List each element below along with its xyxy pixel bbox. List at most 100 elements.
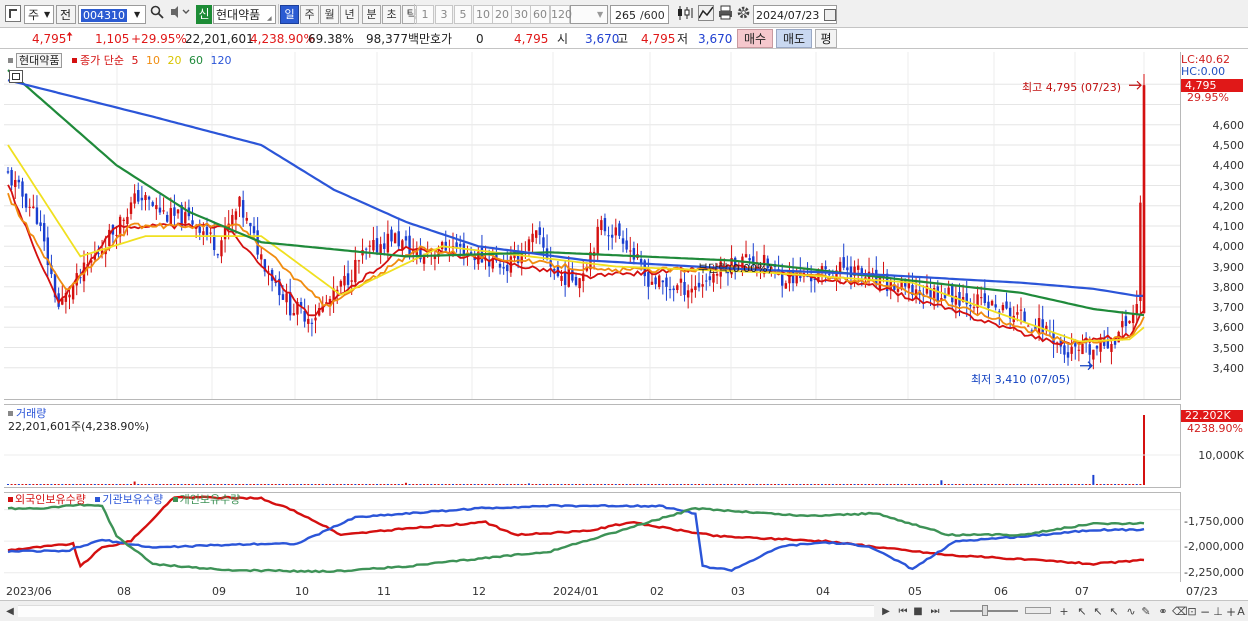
stock-code-input[interactable]: 004310 ▼: [78, 5, 146, 24]
gear-icon[interactable]: [735, 5, 751, 23]
price-axis-tick: 3,900: [1212, 260, 1245, 274]
candle-body: [292, 313, 296, 316]
crosshair-icon[interactable]: ↖: [1092, 603, 1104, 621]
volume-bar: [300, 484, 303, 485]
wave-icon[interactable]: ∿: [1124, 603, 1138, 621]
interval-custom-select[interactable]: ▼: [570, 5, 608, 24]
volume-bar: [506, 484, 509, 485]
tab-period-5[interactable]: 초: [382, 5, 401, 24]
zoom-out-icon[interactable]: −: [1200, 603, 1210, 621]
candle-body: [205, 226, 209, 235]
crop-icon[interactable]: ⊡: [1186, 603, 1198, 621]
holdings-pane[interactable]: 외국인보유수량 기관보유수량 개인보유수량: [4, 492, 1180, 582]
pen-icon[interactable]: ✎: [1140, 603, 1152, 621]
scroll-thumb[interactable]: [1025, 607, 1051, 614]
candle-body: [856, 265, 860, 270]
stop-icon[interactable]: ■: [912, 603, 924, 621]
calendar-icon[interactable]: [824, 9, 836, 21]
candle-body: [527, 239, 531, 251]
zoom-slider-thumb[interactable]: [982, 605, 988, 616]
volume-bar: [578, 484, 581, 485]
candle-body: [155, 205, 158, 210]
candle-body: [951, 284, 954, 303]
interval-button-10[interactable]: 10: [473, 5, 493, 24]
volume-bar: [318, 484, 321, 485]
price-pane[interactable]: 현대약품 종가 단순 5 10 20 60 120 최고 4,795 (07/2…: [4, 52, 1180, 400]
candle-body: [1005, 301, 1008, 309]
scroll-right-icon[interactable]: ▶: [880, 603, 892, 621]
interval-button-1[interactable]: 1: [416, 5, 434, 24]
legend-stock[interactable]: 현대약품: [16, 53, 63, 68]
volume-bar: [636, 484, 639, 485]
zoom-in-icon[interactable]: +: [1226, 603, 1236, 621]
interval-button-120[interactable]: 120: [550, 5, 572, 24]
order-chart-icon[interactable]: [697, 5, 715, 23]
volume-bar: [404, 482, 407, 485]
volume-bar: [777, 484, 780, 485]
tab-period-0[interactable]: 일: [280, 5, 299, 24]
market-select[interactable]: 주 ▼: [24, 5, 54, 24]
legend-institution[interactable]: 기관보유수량: [102, 493, 163, 506]
candle-body: [368, 245, 371, 247]
volume-bar: [564, 484, 567, 485]
candle-body: [209, 232, 212, 234]
candle-body: [252, 226, 256, 234]
volume-bar: [35, 484, 38, 485]
interval-button-60[interactable]: 60: [530, 5, 550, 24]
tab-period-1[interactable]: 주: [300, 5, 319, 24]
trendline-icon[interactable]: ↖: [1076, 603, 1088, 621]
candle-body: [383, 243, 386, 249]
volume-bar: [575, 484, 577, 485]
buy-button[interactable]: 매수: [737, 29, 773, 48]
candle-body: [639, 259, 643, 263]
volume-bar: [1048, 484, 1051, 485]
date-input[interactable]: 2024/07/23: [753, 5, 837, 24]
candle-chart-icon[interactable]: [675, 5, 695, 23]
tab-period-4[interactable]: 분: [362, 5, 381, 24]
legend-individual[interactable]: 개인보유수량: [180, 493, 241, 506]
volume-bar: [911, 484, 914, 485]
candle-body: [618, 223, 621, 236]
volume-chart-svg[interactable]: [4, 405, 1180, 488]
text-tool-icon[interactable]: A: [1236, 603, 1246, 621]
print-icon[interactable]: [717, 5, 733, 23]
link-icon[interactable]: ⚭: [1156, 603, 1170, 621]
interval-button-30[interactable]: 30: [511, 5, 531, 24]
price-chart-svg[interactable]: [4, 52, 1180, 400]
scroll-left-icon[interactable]: ◀: [4, 603, 16, 621]
tab-period-3[interactable]: 년: [340, 5, 359, 24]
favorite-star-icon[interactable]: [168, 5, 192, 23]
volume-tick: 10,000K: [1198, 449, 1244, 462]
turnover-rate: 69.38%: [308, 32, 354, 46]
scale-icon[interactable]: ⊥: [1212, 603, 1224, 621]
stock-name-field[interactable]: 현대약품 ◢: [213, 5, 276, 24]
sell-button[interactable]: 매도: [776, 29, 812, 48]
volume-pane[interactable]: 거래량 22,201,601주(4,238.90%): [4, 404, 1180, 488]
flat-button[interactable]: 평: [815, 29, 837, 48]
prev-button[interactable]: 전: [56, 5, 76, 24]
candle-body: [838, 261, 842, 272]
volume-title[interactable]: 거래량: [16, 407, 46, 420]
legend-ma-title[interactable]: 종가 단순: [80, 54, 124, 67]
search-icon[interactable]: [148, 5, 166, 23]
volume-bar: [177, 484, 180, 485]
volume-bar: [198, 484, 201, 485]
last-page-icon[interactable]: ⏭: [928, 603, 942, 621]
scroll-track[interactable]: [18, 605, 874, 617]
volume-bar: [17, 484, 20, 485]
table-grid-icon[interactable]: [9, 70, 23, 83]
cycle-icon[interactable]: ↖: [1108, 603, 1120, 621]
plus-icon[interactable]: +: [1058, 603, 1070, 621]
tab-period-2[interactable]: 월: [320, 5, 339, 24]
window-layout-icon[interactable]: [5, 5, 21, 22]
first-page-icon[interactable]: ⏮: [896, 603, 910, 621]
interval-button-20[interactable]: 20: [492, 5, 512, 24]
candle-body: [137, 190, 140, 202]
legend-foreign[interactable]: 외국인보유수량: [15, 493, 86, 506]
candle-body: [658, 275, 661, 288]
interval-button-3[interactable]: 3: [435, 5, 453, 24]
bar-count-input[interactable]: 265 /600: [610, 5, 669, 24]
volume-bar: [451, 484, 454, 485]
eraser-icon[interactable]: ⌫: [1172, 603, 1188, 621]
interval-button-5[interactable]: 5: [454, 5, 472, 24]
